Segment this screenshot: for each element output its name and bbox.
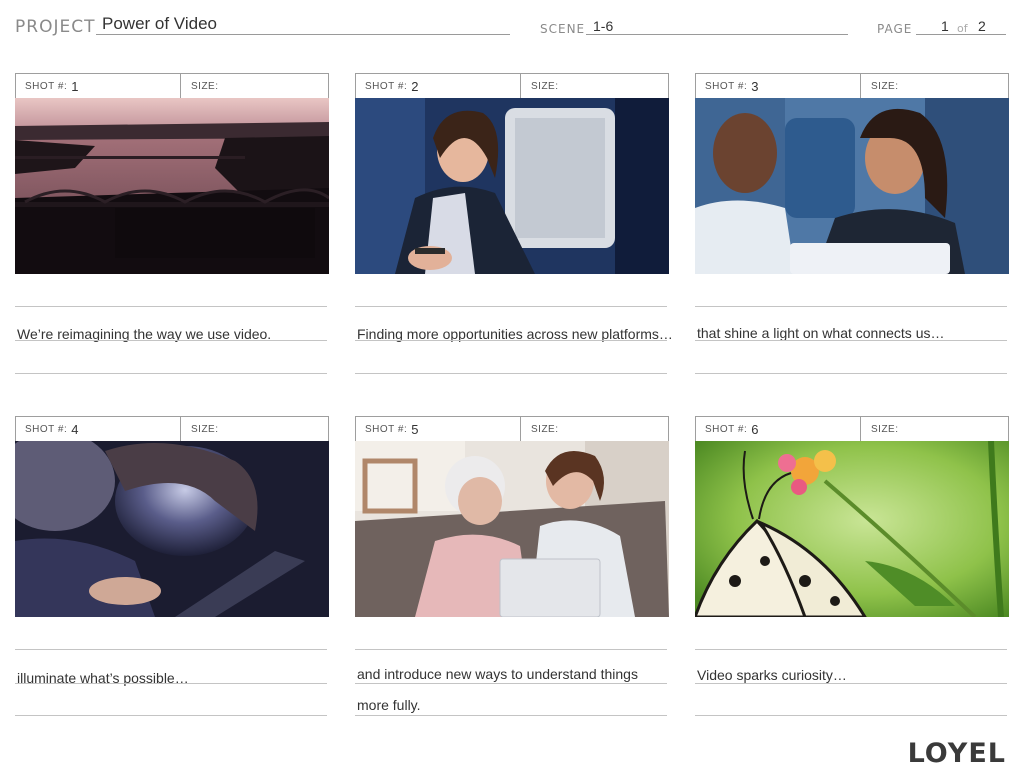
size-cell: SIZE: [181,74,219,98]
scene-label: SCENE [540,22,586,36]
size-label: SIZE: [871,80,899,92]
shot-image-grandmother-and-woman-with-laptop [355,441,669,617]
caption-rule-top [695,649,1007,650]
size-cell: SIZE: [861,74,899,98]
caption-rule-bottom [695,373,1007,374]
shot-header: SHOT #: 5 SIZE: [355,416,669,442]
shot-header: SHOT #: 2 SIZE: [355,73,669,99]
shot-caption: Video sparks curiosity… [697,667,847,683]
shot-label: SHOT #: [25,423,68,435]
shot-header: SHOT #: 4 SIZE: [15,416,329,442]
caption-rule-mid [695,683,1007,684]
shot-image-child-lit-by-tablet [15,441,329,617]
shot-label: SHOT #: [365,423,408,435]
caption-rule-mid [15,340,327,341]
project-label: PROJECT [15,17,96,37]
shot-caption: that shine a light on what connects us… [697,325,945,341]
shot-image-aerial-bridge-sunset [15,98,329,274]
page-total: 2 [978,18,986,34]
page-value: 1 [941,18,949,34]
caption-rule-bottom [15,373,327,374]
size-label: SIZE: [531,423,559,435]
shot-number-cell: SHOT #: 6 [696,417,861,441]
size-cell: SIZE: [181,417,219,441]
caption-rule-bottom [355,715,667,716]
shot-number-cell: SHOT #: 3 [696,74,861,98]
page-underline [916,34,1006,35]
shot-header: SHOT #: 3 SIZE: [695,73,1009,99]
size-cell: SIZE: [521,74,559,98]
shot-number: 4 [71,421,79,437]
size-cell: SIZE: [861,417,899,441]
shot-number-cell: SHOT #: 5 [356,417,521,441]
shot-header: SHOT #: 6 SIZE: [695,416,1009,442]
shot-number: 1 [71,78,79,94]
shot-label: SHOT #: [25,80,68,92]
shot-number: 3 [751,78,759,94]
caption-rule-mid [355,683,667,684]
size-cell: SIZE: [521,417,559,441]
caption-rule-top [15,649,327,650]
caption-rule-mid [695,340,1007,341]
project-underline [96,34,510,35]
shot-image-woman-using-phone-on-train [355,98,669,274]
shot-caption: illuminate what’s possible… [17,670,189,686]
shot-image-couple-smiling-at-laptop [695,98,1009,274]
size-label: SIZE: [191,423,219,435]
shot-image-butterfly-on-flower [695,441,1009,617]
brand-logo: LOYEL [907,738,1006,769]
size-label: SIZE: [531,80,559,92]
shot-label: SHOT #: [365,80,408,92]
shot-caption: Finding more opportunities across new pl… [357,326,673,342]
shot-number: 6 [751,421,759,437]
shot-label: SHOT #: [705,423,748,435]
caption-rule-top [15,306,327,307]
size-label: SIZE: [871,423,899,435]
shot-number: 5 [411,421,419,437]
shot-header: SHOT #: 1 SIZE: [15,73,329,99]
shot-number: 2 [411,78,419,94]
shot-number-cell: SHOT #: 2 [356,74,521,98]
caption-rule-top [355,306,667,307]
page-label: PAGE [877,22,913,36]
caption-rule-bottom [695,715,1007,716]
shot-caption: and introduce new ways to understand thi… [357,666,638,682]
caption-rule-mid [355,340,667,341]
caption-rule-mid [15,683,327,684]
caption-rule-top [695,306,1007,307]
caption-rule-bottom [15,715,327,716]
caption-rule-top [355,649,667,650]
shot-label: SHOT #: [705,80,748,92]
shot-number-cell: SHOT #: 1 [16,74,181,98]
caption-rule-bottom [355,373,667,374]
project-value: Power of Video [102,14,217,33]
scene-underline [586,34,848,35]
scene-value: 1-6 [593,18,614,34]
shot-caption: We’re reimagining the way we use video. [17,326,272,342]
shot-number-cell: SHOT #: 4 [16,417,181,441]
size-label: SIZE: [191,80,219,92]
